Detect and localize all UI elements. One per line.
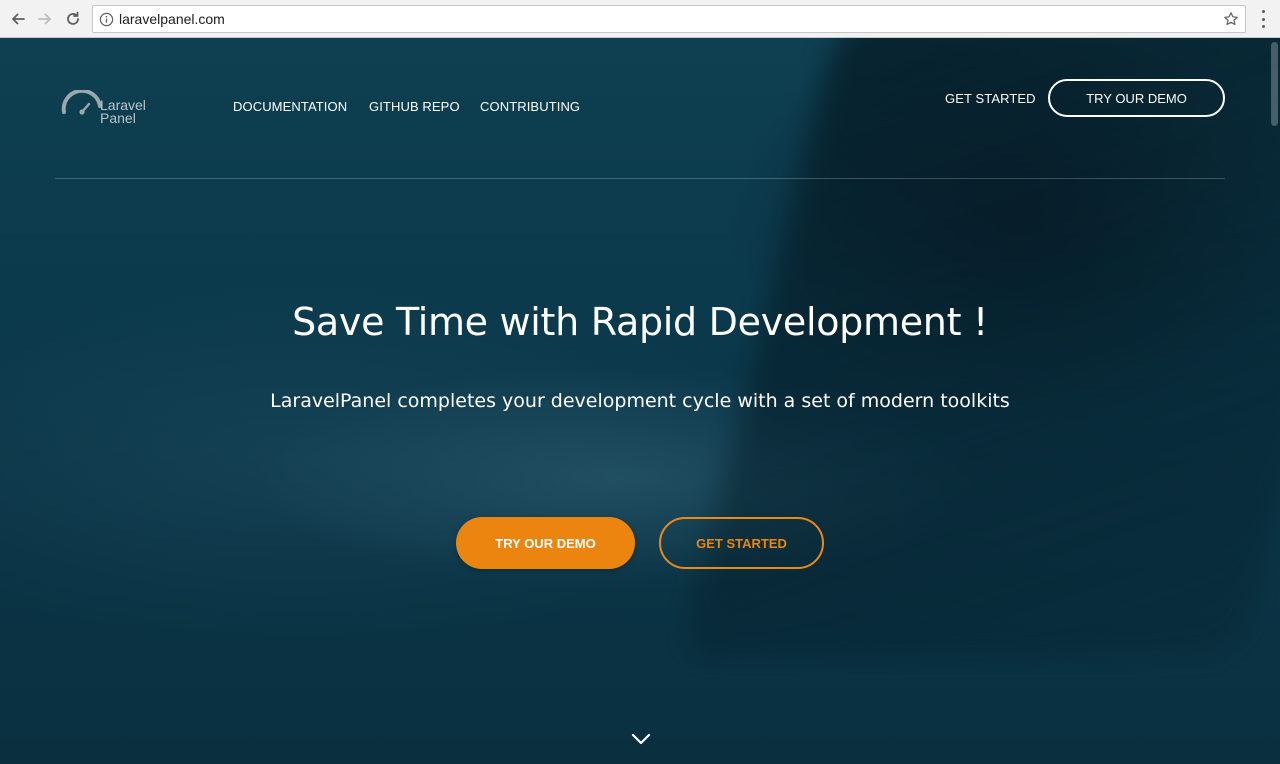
header-divider: [55, 178, 1225, 179]
header-get-started-link[interactable]: GET STARTED: [945, 91, 1036, 106]
url-text[interactable]: laravelpanel.com: [119, 11, 225, 27]
header-try-demo-button[interactable]: TRY OUR DEMO: [1048, 79, 1225, 117]
back-button[interactable]: [7, 8, 29, 30]
nav-contributing[interactable]: CONTRIBUTING: [480, 99, 580, 114]
info-icon[interactable]: [99, 12, 114, 27]
hero-headline: Save Time with Rapid Development !: [292, 300, 988, 344]
logo[interactable]: Laravel Panel: [60, 88, 160, 128]
scrollbar[interactable]: [1271, 42, 1278, 126]
nav-documentation[interactable]: DOCUMENTATION: [233, 99, 347, 114]
reload-icon: [67, 11, 79, 25]
browser-toolbar: laravelpanel.com: [0, 0, 1280, 38]
menu-dots-icon[interactable]: [1258, 10, 1268, 28]
address-bar[interactable]: laravelpanel.com: [92, 5, 1246, 33]
hero-subheadline: LaravelPanel completes your development …: [270, 390, 1010, 412]
reload-button[interactable]: [62, 8, 84, 30]
back-arrow-icon: [12, 13, 25, 25]
forward-button[interactable]: [34, 8, 56, 30]
nav-github-repo[interactable]: GITHUB REPO: [369, 99, 460, 114]
star-icon[interactable]: [1223, 11, 1239, 27]
logo-text-line2: Panel: [100, 110, 136, 126]
get-started-button[interactable]: GET STARTED: [659, 517, 824, 569]
chevron-down-icon[interactable]: [630, 730, 652, 748]
hero-section: Laravel Panel DOCUMENTATION GITHUB REPO …: [0, 38, 1280, 764]
forward-arrow-icon: [38, 13, 51, 25]
try-demo-button[interactable]: TRY OUR DEMO: [456, 517, 635, 569]
